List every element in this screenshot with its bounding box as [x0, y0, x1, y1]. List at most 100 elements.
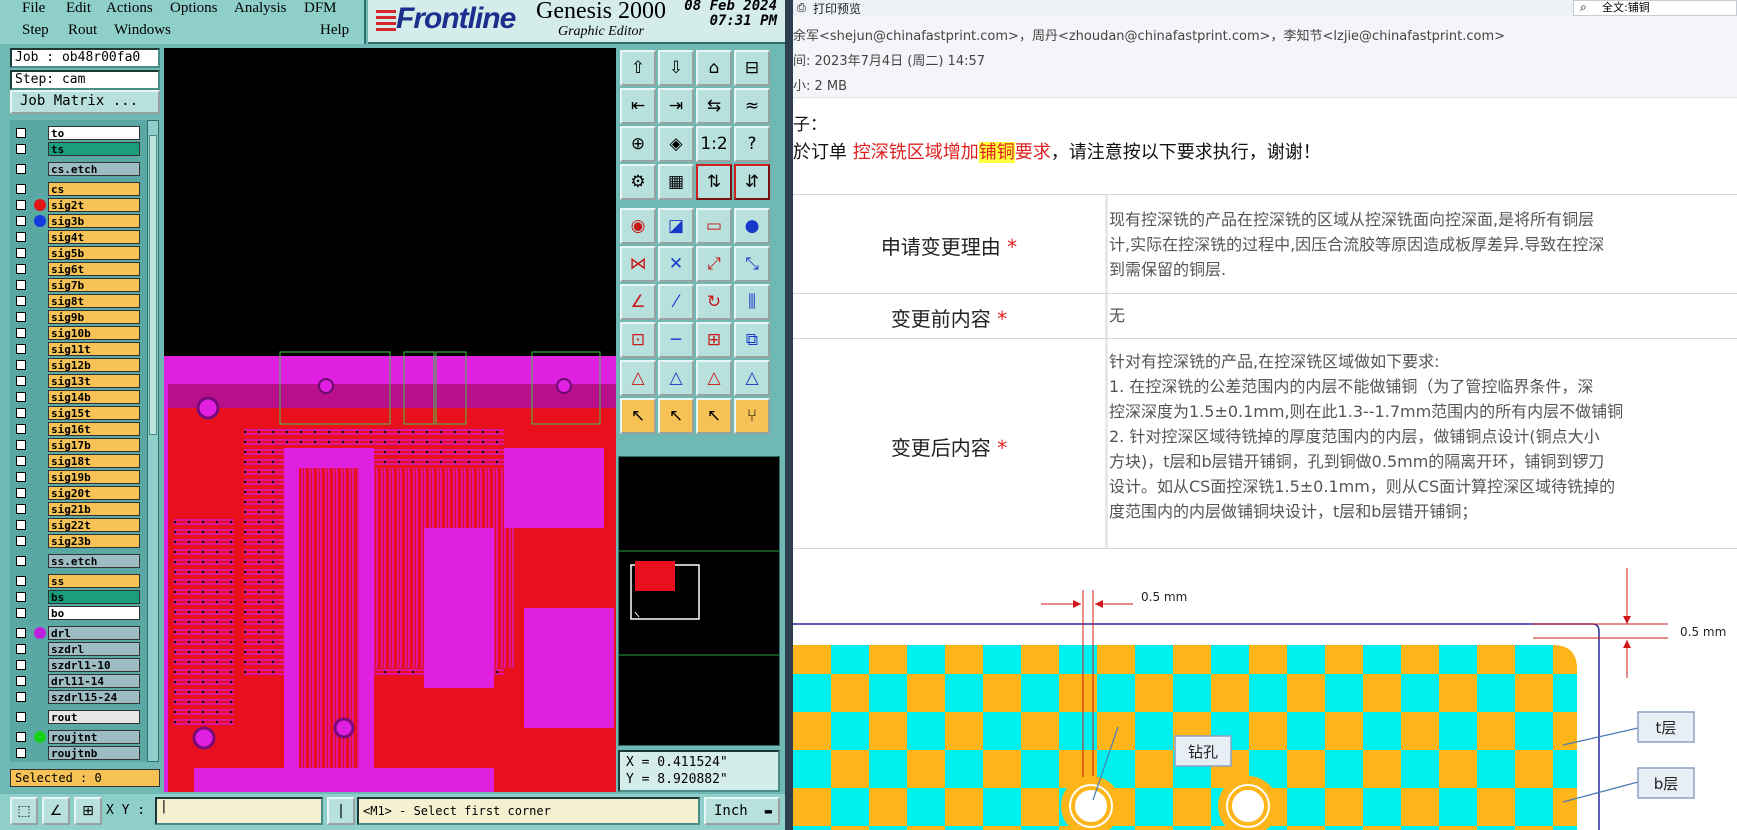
layer-row[interactable]: sig18t: [10, 454, 150, 468]
layer-checkbox[interactable]: [16, 344, 26, 354]
layer-row[interactable]: drl: [10, 626, 150, 640]
layer-row[interactable]: sig23b: [10, 534, 150, 548]
job-matrix-button[interactable]: Job Matrix ...: [10, 90, 160, 114]
menu-rout[interactable]: Rout: [68, 22, 97, 39]
layer-checkbox[interactable]: [16, 660, 26, 670]
flip-down-button[interactable]: ⇵: [734, 164, 770, 200]
ratio-button[interactable]: 1:2: [696, 126, 732, 162]
layer-row[interactable]: sig8t: [10, 294, 150, 308]
layer-row[interactable]: sig19b: [10, 470, 150, 484]
flip-up-button[interactable]: ⇅: [696, 164, 732, 200]
layer-checkbox[interactable]: [16, 608, 26, 618]
expand-button[interactable]: ⊞: [696, 322, 732, 358]
layer-checkbox[interactable]: [16, 748, 26, 758]
layer-checkbox[interactable]: [16, 692, 26, 702]
tri-3-button[interactable]: △: [696, 360, 732, 396]
search-input[interactable]: ⌕ 全文:铺铜: [1573, 0, 1737, 16]
layer-checkbox[interactable]: [16, 280, 26, 290]
scrollbar-thumb[interactable]: [149, 135, 157, 435]
graphic-canvas[interactable]: [164, 48, 616, 792]
layer-checkbox[interactable]: [16, 216, 26, 226]
layer-checkbox[interactable]: [16, 144, 26, 154]
split-button[interactable]: ⊟: [734, 50, 770, 86]
menu-options[interactable]: Options: [170, 0, 218, 17]
layer-checkbox[interactable]: [16, 440, 26, 450]
layer-row[interactable]: bo: [10, 606, 150, 620]
layer-checkbox[interactable]: [16, 592, 26, 602]
wave-button[interactable]: ≈: [734, 88, 770, 124]
pad-button[interactable]: ◉: [620, 208, 656, 244]
enter-button[interactable]: |: [327, 797, 355, 825]
layer-row[interactable]: sig10b: [10, 326, 150, 340]
layer-checkbox[interactable]: [16, 712, 26, 722]
tri-1-button[interactable]: △: [620, 360, 656, 396]
layer-row[interactable]: roujtnb: [10, 746, 150, 760]
layer-row[interactable]: sig6t: [10, 262, 150, 276]
layer-checkbox[interactable]: [16, 232, 26, 242]
rotate-button[interactable]: ↻: [696, 284, 732, 320]
layer-row[interactable]: sig16t: [10, 422, 150, 436]
zoom-center-button[interactable]: ◈: [658, 126, 694, 162]
layer-checkbox[interactable]: [16, 488, 26, 498]
pan-right-button[interactable]: ⇥: [658, 88, 694, 124]
route-in-button[interactable]: ⤢: [696, 246, 732, 282]
layer-checkbox[interactable]: [16, 628, 26, 638]
layer-row[interactable]: sig11t: [10, 342, 150, 356]
select-box-button[interactable]: ↖: [658, 398, 694, 434]
layer-row[interactable]: sig7b: [10, 278, 150, 292]
circle-button[interactable]: ●: [734, 208, 770, 244]
layer-row[interactable]: sig12b: [10, 358, 150, 372]
layer-checkbox[interactable]: [16, 296, 26, 306]
layer-checkbox[interactable]: [16, 732, 26, 742]
layer-checkbox[interactable]: [16, 504, 26, 514]
layer-row[interactable]: rout: [10, 710, 150, 724]
layer-checkbox[interactable]: [16, 264, 26, 274]
pan-left-button[interactable]: ⇤: [620, 88, 656, 124]
layer-row[interactable]: sig14b: [10, 390, 150, 404]
layer-row[interactable]: bs: [10, 590, 150, 604]
layer-row[interactable]: szdrl1-10: [10, 658, 150, 672]
layer-row[interactable]: sig15t: [10, 406, 150, 420]
layer-checkbox[interactable]: [16, 392, 26, 402]
layer-checkbox[interactable]: [16, 472, 26, 482]
layer-checkbox[interactable]: [16, 456, 26, 466]
layer-row[interactable]: sig17b: [10, 438, 150, 452]
menu-analysis[interactable]: Analysis: [234, 0, 287, 17]
home-button[interactable]: ⌂: [696, 50, 732, 86]
menu-actions[interactable]: Actions: [106, 0, 153, 17]
layer-row[interactable]: sig20t: [10, 486, 150, 500]
settings-button[interactable]: ⚙: [620, 164, 656, 200]
layer-checkbox[interactable]: [16, 360, 26, 370]
print-preview-button[interactable]: 打印预览: [813, 0, 861, 17]
layer-row[interactable]: ss: [10, 574, 150, 588]
menu-help[interactable]: Help: [320, 22, 349, 39]
select-move-button[interactable]: ↖: [696, 398, 732, 434]
select-button[interactable]: ↖: [620, 398, 656, 434]
menu-file[interactable]: File: [22, 0, 45, 17]
move-down-button[interactable]: ⇩: [658, 50, 694, 86]
layer-checkbox[interactable]: [16, 184, 26, 194]
layer-checkbox[interactable]: [16, 328, 26, 338]
layer-row[interactable]: sig5b: [10, 246, 150, 260]
menu-windows[interactable]: Windows: [114, 22, 171, 39]
layer-checkbox[interactable]: [16, 376, 26, 386]
xy-input[interactable]: |: [155, 797, 323, 825]
layer-row[interactable]: sig22t: [10, 518, 150, 532]
tri-2-button[interactable]: △: [658, 360, 694, 396]
layer-checkbox[interactable]: [16, 312, 26, 322]
tri-4-button[interactable]: △: [734, 360, 770, 396]
layer-row[interactable]: ss.etch: [10, 554, 150, 568]
layers-button[interactable]: ⧉: [734, 322, 770, 358]
layer-checkbox[interactable]: [16, 424, 26, 434]
mirror-button[interactable]: ⫼: [734, 284, 770, 320]
zoom-fit-button[interactable]: ⊕: [620, 126, 656, 162]
layer-checkbox[interactable]: [16, 676, 26, 686]
dash-button[interactable]: ─: [658, 322, 694, 358]
connect-button[interactable]: ⋈: [620, 246, 656, 282]
layer-row[interactable]: sig21b: [10, 502, 150, 516]
layer-row[interactable]: sig3b: [10, 214, 150, 228]
line-button[interactable]: ⁄: [658, 284, 694, 320]
branch-button[interactable]: ⑂: [734, 398, 770, 434]
layer-checkbox[interactable]: [16, 408, 26, 418]
angle-button[interactable]: ∠: [620, 284, 656, 320]
